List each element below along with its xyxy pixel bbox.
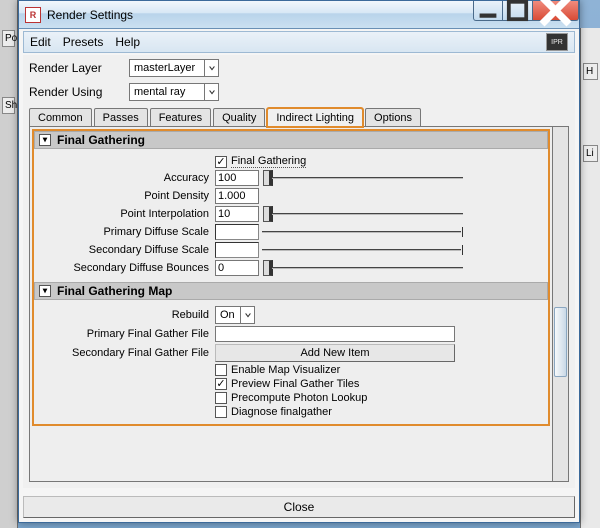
enable-map-visualizer-label: Enable Map Visualizer [231,364,340,376]
rebuild-label: Rebuild [40,309,215,321]
enable-map-visualizer-checkbox[interactable] [215,364,227,376]
disclosure-triangle-icon[interactable] [39,134,51,146]
preview-fg-tiles-checkbox[interactable] [215,378,227,390]
tab-passes[interactable]: Passes [94,108,148,126]
ipr-icon[interactable]: IPR [546,33,568,51]
background-left-strip: Po Sh [0,0,18,528]
point-interpolation-slider[interactable] [263,206,463,222]
secondary-diffuse-color-swatch[interactable] [215,242,259,258]
precompute-photon-label: Precompute Photon Lookup [231,392,367,404]
secondary-diffuse-slider[interactable] [263,242,463,258]
render-using-select[interactable]: mental ray [129,83,219,101]
render-settings-window: R Render Settings Edit Presets Help IPR [18,0,580,523]
scrollbar-thumb[interactable] [554,307,567,377]
tab-options[interactable]: Options [365,108,421,126]
accuracy-slider[interactable] [263,170,463,186]
chevron-down-icon [240,307,254,323]
precompute-photon-checkbox[interactable] [215,392,227,404]
menu-presets[interactable]: Presets [63,35,104,49]
diagnose-finalgather-label: Diagnose finalgather [231,406,332,418]
tab-quality[interactable]: Quality [213,108,265,126]
final-gathering-enable-label: Final Gathering [231,155,306,168]
primary-diffuse-slider[interactable] [263,224,463,240]
vertical-scrollbar[interactable] [553,127,569,482]
app-icon: R [25,7,41,23]
tab-strip: Common Passes Features Quality Indirect … [29,107,569,127]
rebuild-value: On [220,309,235,321]
secondary-diffuse-scale-label: Secondary Diffuse Scale [40,244,215,256]
chevron-down-icon [204,84,218,100]
secondary-fg-file-label: Secondary Final Gather File [40,347,215,359]
primary-fg-file-label: Primary Final Gather File [40,328,215,340]
bg-btn-po[interactable]: Po [2,30,15,47]
section-header-final-gathering[interactable]: Final Gathering [34,131,548,149]
tab-content: Final Gathering Final Gathering Accuracy [29,127,553,482]
menubar: Edit Presets Help IPR [23,31,575,53]
background-right-strip: H Li [580,28,600,528]
point-density-label: Point Density [40,190,215,202]
render-layer-label: Render Layer [29,61,129,75]
section-title-fg-map: Final Gathering Map [57,284,172,298]
point-interpolation-input[interactable] [215,206,259,222]
preview-fg-tiles-label: Preview Final Gather Tiles [231,378,359,390]
secondary-bounces-slider[interactable] [263,260,463,276]
menu-help[interactable]: Help [115,35,140,49]
render-using-value: mental ray [134,86,185,98]
close-button[interactable] [533,1,579,21]
window-title: Render Settings [47,8,133,22]
disclosure-triangle-icon[interactable] [39,285,51,297]
section-header-fg-map[interactable]: Final Gathering Map [34,282,548,300]
accuracy-input[interactable] [215,170,259,186]
render-layer-select[interactable]: masterLayer [129,59,219,77]
close-panel-button[interactable]: Close [23,496,575,518]
diagnose-finalgather-checkbox[interactable] [215,406,227,418]
bg-btn-sho[interactable]: Sh [2,97,15,114]
secondary-bounces-input[interactable] [215,260,259,276]
primary-fg-file-input[interactable] [215,326,455,342]
section-title-final-gathering: Final Gathering [57,133,145,147]
point-density-input[interactable] [215,188,259,204]
final-gathering-checkbox[interactable] [215,156,227,168]
tab-common[interactable]: Common [29,108,92,126]
menu-edit[interactable]: Edit [30,35,51,49]
primary-diffuse-color-swatch[interactable] [215,224,259,240]
tab-indirect-lighting[interactable]: Indirect Lighting [267,108,363,127]
add-new-item-button[interactable]: Add New Item [215,344,455,362]
render-using-label: Render Using [29,85,129,99]
bg-btn-h[interactable]: H [583,63,598,80]
secondary-bounces-label: Secondary Diffuse Bounces [40,262,215,274]
point-interpolation-label: Point Interpolation [40,208,215,220]
primary-diffuse-scale-label: Primary Diffuse Scale [40,226,215,238]
rebuild-select[interactable]: On [215,306,255,324]
minimize-button[interactable] [473,1,503,21]
titlebar[interactable]: R Render Settings [19,1,579,29]
highlighted-section-group: Final Gathering Final Gathering Accuracy [32,129,550,426]
render-layer-value: masterLayer [134,62,195,74]
maximize-button[interactable] [503,1,533,21]
chevron-down-icon [204,60,218,76]
tab-features[interactable]: Features [150,108,211,126]
accuracy-label: Accuracy [40,172,215,184]
bg-btn-li[interactable]: Li [583,145,598,162]
